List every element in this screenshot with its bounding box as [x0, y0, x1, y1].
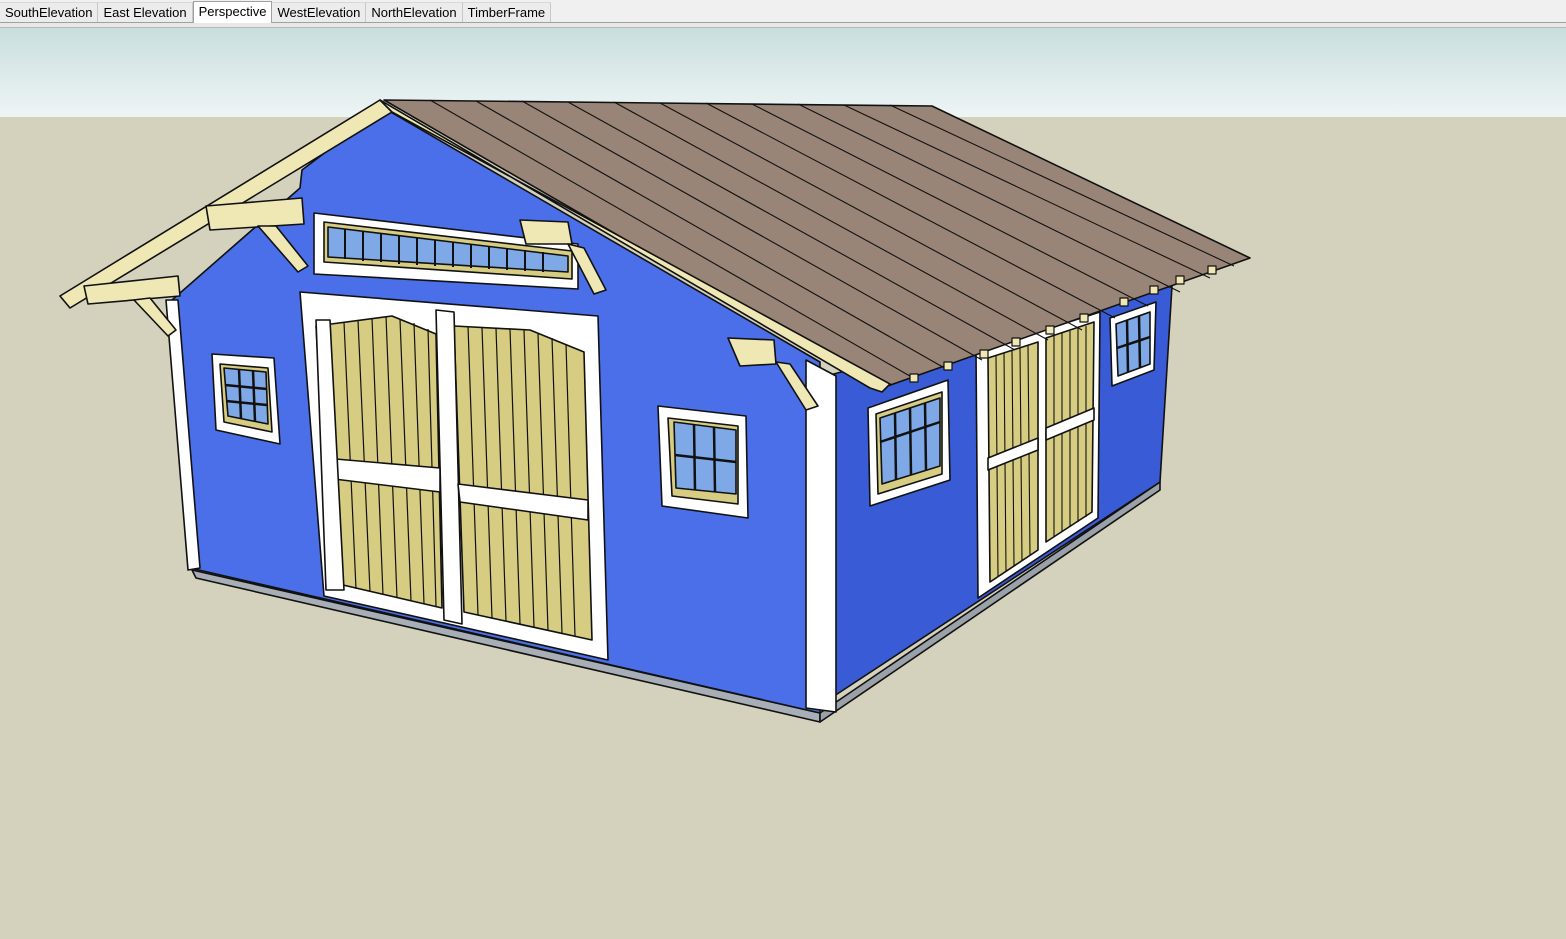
- tab-west-elevation[interactable]: WestElevation: [272, 2, 367, 22]
- door-right-panel: [453, 325, 593, 641]
- tab-timber-frame[interactable]: TimberFrame: [462, 2, 552, 22]
- tab-north-elevation[interactable]: NorthElevation: [366, 2, 463, 22]
- tab-east-elevation[interactable]: East Elevation: [98, 2, 193, 22]
- tab-perspective[interactable]: Perspective: [192, 1, 273, 23]
- corner-trim-right: [805, 359, 837, 713]
- scene-tab-bar: SouthElevation East Elevation Perspectiv…: [0, 0, 1566, 23]
- model-viewport[interactable]: [0, 28, 1566, 939]
- tab-south-elevation[interactable]: SouthElevation: [0, 2, 99, 22]
- front-window-left-glass: [223, 367, 269, 425]
- purlin-end-3: [519, 219, 573, 245]
- side-window-2-glass: [1115, 311, 1151, 377]
